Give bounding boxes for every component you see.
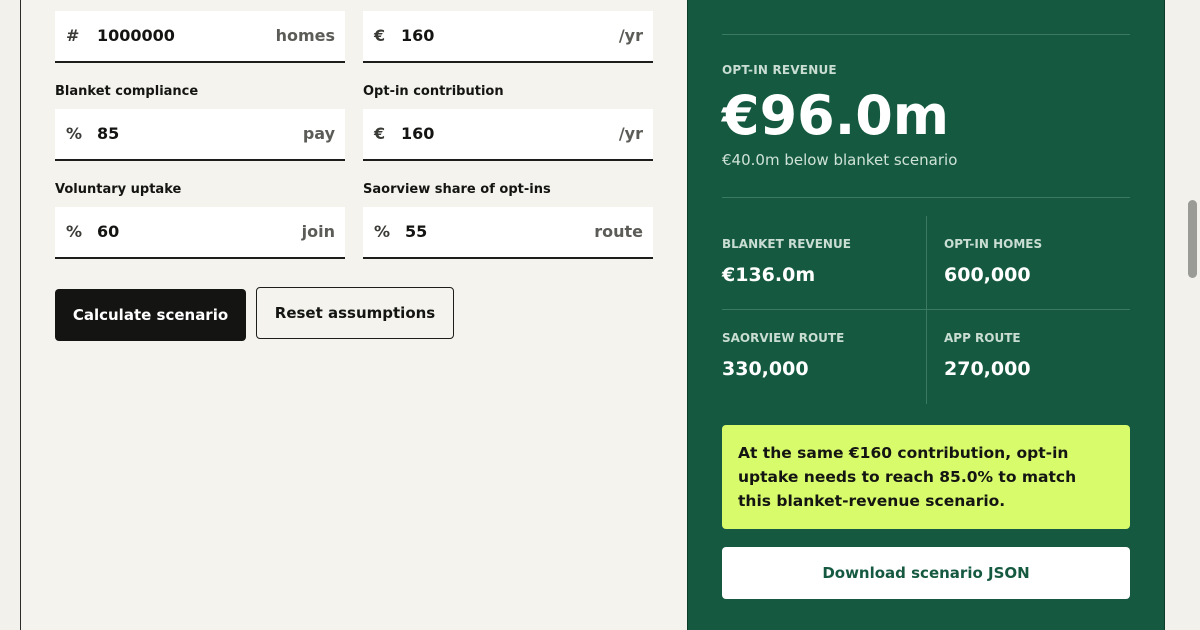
- saorview-share-input[interactable]: [405, 222, 575, 241]
- optin-contribution-input-box[interactable]: € /yr: [363, 109, 653, 161]
- euro-icon: €: [374, 26, 386, 45]
- results-panel: Opt-in revenue €96.0m €40.0m below blank…: [687, 0, 1165, 630]
- hash-icon: #: [66, 26, 80, 45]
- blanket-compliance-input-box[interactable]: % pay: [55, 109, 345, 161]
- stat-value: 600,000: [944, 264, 1031, 286]
- saorview-share-label: Saorview share of opt-ins: [363, 182, 551, 197]
- scrollbar-thumb[interactable]: [1188, 200, 1197, 278]
- optin-revenue-value: €96.0m: [722, 84, 950, 147]
- results-divider-mid: [722, 197, 1130, 198]
- reset-assumptions-button[interactable]: Reset assumptions: [256, 287, 454, 339]
- stat-saorview-route: Saorview route 330,000: [722, 310, 926, 404]
- voluntary-uptake-unit: join: [301, 222, 335, 241]
- field-row-2: Blanket compliance % pay Opt-in contribu…: [55, 84, 653, 184]
- field-row-3: Voluntary uptake % join Saorview share o…: [55, 182, 653, 282]
- euro-icon: €: [374, 124, 386, 143]
- saorview-share-input-box[interactable]: % route: [363, 207, 653, 259]
- field-row-1: # homes € /yr: [55, 0, 653, 86]
- optin-contribution-input[interactable]: [401, 124, 571, 143]
- homes-input-box[interactable]: # homes: [55, 11, 345, 63]
- scrollbar-track[interactable]: [1185, 0, 1200, 630]
- stat-label: App route: [944, 331, 1021, 345]
- results-divider-top: [722, 34, 1130, 35]
- stat-value: 330,000: [722, 358, 809, 380]
- voluntary-uptake-label: Voluntary uptake: [55, 182, 182, 197]
- voluntary-uptake-input-box[interactable]: % join: [55, 207, 345, 259]
- calculate-scenario-button[interactable]: Calculate scenario: [55, 289, 246, 341]
- stat-label: Opt-in homes: [944, 237, 1043, 251]
- voluntary-uptake-input[interactable]: [97, 222, 267, 241]
- stat-label: Blanket revenue: [722, 237, 851, 251]
- optin-revenue-delta: €40.0m below blanket scenario: [722, 151, 958, 169]
- saorview-share-unit: route: [594, 222, 643, 241]
- download-scenario-json-button[interactable]: Download scenario JSON: [722, 547, 1130, 599]
- optin-contribution-unit: /yr: [618, 124, 643, 143]
- percent-icon: %: [66, 222, 83, 241]
- optin-contribution-label: Opt-in contribution: [363, 84, 504, 99]
- blanket-fee-input-box[interactable]: € /yr: [363, 11, 653, 63]
- blanket-compliance-label: Blanket compliance: [55, 84, 199, 99]
- blanket-compliance-unit: pay: [302, 124, 335, 143]
- stat-optin-homes: Opt-in homes 600,000: [926, 216, 1130, 310]
- optin-revenue-label: Opt-in revenue: [722, 63, 837, 77]
- stat-label: Saorview route: [722, 331, 845, 345]
- stats-grid: Blanket revenue €136.0m Opt-in homes 600…: [722, 216, 1130, 404]
- stat-blanket-revenue: Blanket revenue €136.0m: [722, 216, 926, 310]
- blanket-fee-unit: /yr: [618, 26, 643, 45]
- percent-icon: %: [66, 124, 83, 143]
- percent-icon: %: [374, 222, 391, 241]
- breakeven-callout: At the same €160 contribution, opt-in up…: [722, 425, 1130, 529]
- homes-unit: homes: [275, 26, 335, 45]
- blanket-compliance-input[interactable]: [97, 124, 267, 143]
- stat-value: 270,000: [944, 358, 1031, 380]
- stat-value: €136.0m: [722, 264, 816, 286]
- homes-input[interactable]: [97, 26, 267, 45]
- blanket-fee-input[interactable]: [401, 26, 571, 45]
- stat-app-route: App route 270,000: [926, 310, 1130, 404]
